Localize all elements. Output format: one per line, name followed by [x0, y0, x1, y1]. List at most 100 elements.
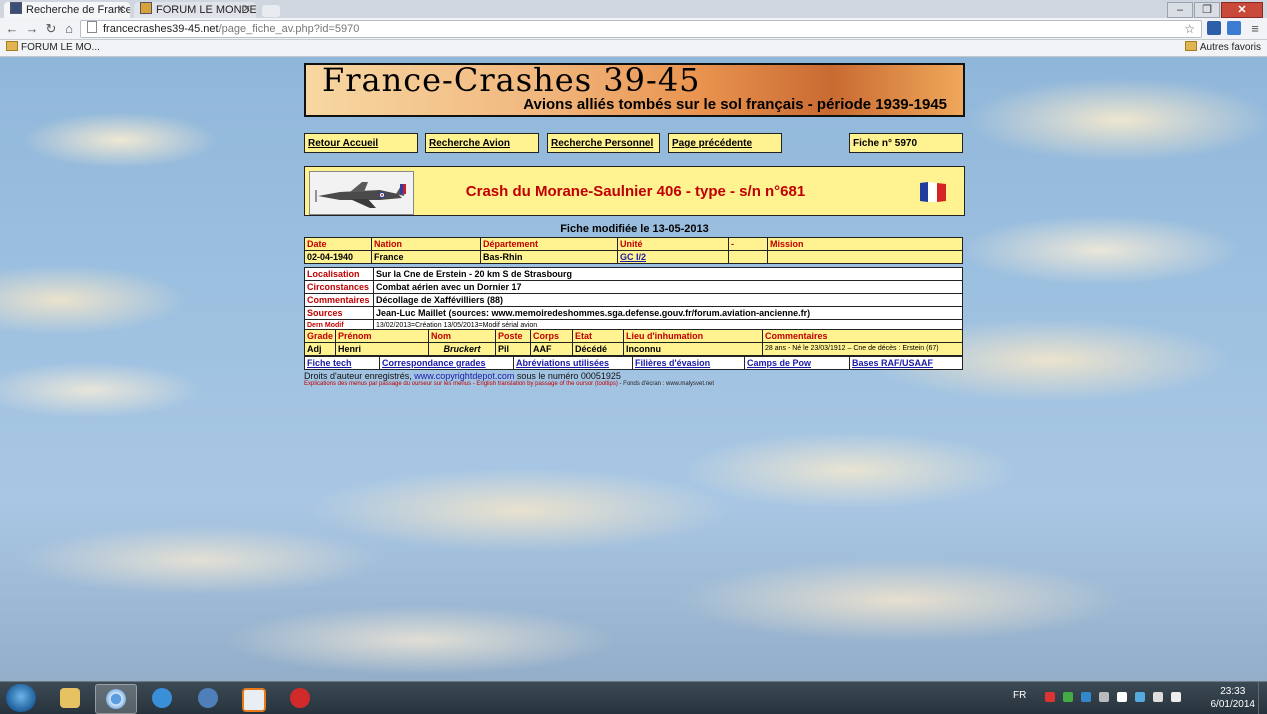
copyright-prefix: Droits d'auteur enregistrés, — [304, 371, 412, 381]
crew-etat: Décédé — [572, 342, 625, 356]
circonstances-value: Combat aérien avec un Dornier 17 — [373, 280, 963, 294]
extension-icon[interactable] — [1207, 21, 1221, 35]
close-window-icon[interactable]: ✕ — [1221, 2, 1263, 18]
reload-icon[interactable]: ↻ — [43, 21, 59, 36]
other-bookmarks-label: Autres favoris — [1199, 42, 1261, 53]
search-person-button[interactable]: Recherche Personnel — [547, 133, 660, 153]
tab-recherche[interactable]: Recherche de France-Crashes ✕ — [4, 2, 130, 18]
app-taskbar-button[interactable] — [280, 684, 320, 712]
link-fiche-tech[interactable]: Fiche tech — [307, 358, 352, 368]
media-player-icon — [242, 688, 266, 712]
previous-page-button[interactable]: Page précédente — [668, 133, 782, 153]
tray-app-icon[interactable] — [1135, 692, 1145, 702]
close-tab-icon[interactable]: ✕ — [117, 2, 125, 18]
window-controls: – ❐ ✕ — [1166, 0, 1263, 18]
forum-favicon-icon — [140, 2, 152, 14]
explanation-text: Explications des menus par passage du ou… — [304, 381, 618, 387]
chrome-taskbar-button[interactable] — [95, 684, 137, 714]
explanation-line: Explications des menus par passage du ou… — [304, 381, 714, 387]
crew-table: Grade Prénom Nom Poste Corps Etat Lieu d… — [303, 329, 963, 356]
link-grades[interactable]: Correspondance grades — [382, 358, 486, 368]
show-desktop-button[interactable] — [1258, 682, 1267, 714]
crew-grade: Adj — [303, 342, 337, 356]
ie-taskbar-button[interactable] — [142, 684, 182, 712]
home-button[interactable]: Retour Accueil — [304, 133, 418, 153]
other-bookmarks[interactable]: Autres favoris — [1184, 40, 1261, 56]
download-icon[interactable] — [1227, 21, 1241, 35]
value-unite[interactable]: GC I/2 — [617, 250, 729, 264]
start-button[interactable] — [6, 684, 36, 712]
link-camps[interactable]: Camps de Pow — [747, 358, 811, 368]
bookmarks-bar: FORUM LE MO... Autres favoris — [0, 40, 1267, 57]
copyright-link[interactable]: www.copyrightdepot.com — [414, 371, 514, 381]
new-tab-button[interactable] — [262, 5, 280, 17]
bookmark-label: FORUM LE MO... — [21, 42, 100, 53]
home-icon[interactable]: ⌂ — [61, 21, 77, 36]
bookmark-forum[interactable]: FORUM LE MO... — [6, 40, 100, 56]
minimize-icon[interactable]: – — [1167, 2, 1193, 18]
url-host: francecrashes39-45.net — [103, 23, 219, 35]
crash-header: Crash du Morane-Saulnier 406 - type - s/… — [304, 166, 965, 216]
commentaires-value: Décollage de Xaffévilliers (88) — [373, 293, 963, 307]
copyright-line: Droits d'auteur enregistrés, www.copyrig… — [304, 371, 621, 381]
value-date: 02-04-1940 — [304, 250, 372, 264]
tab-bar: Recherche de France-Crashes ✕ FORUM LE M… — [0, 0, 1267, 18]
folder-icon — [6, 41, 18, 51]
link-abreviations[interactable]: Abréviations utilisées — [516, 358, 609, 368]
forward-arrow-icon[interactable]: → — [24, 21, 40, 36]
fiche-number: Fiche n° 5970 — [849, 133, 963, 153]
unit-link[interactable]: GC I/2 — [620, 252, 646, 262]
value-mission — [767, 250, 963, 264]
french-flag-icon — [918, 181, 948, 203]
explorer-taskbar-button[interactable] — [50, 684, 90, 712]
restore-icon[interactable]: ❐ — [1194, 2, 1220, 18]
clock-date: 6/01/2014 — [1210, 699, 1256, 710]
flag-icon[interactable] — [1117, 692, 1127, 702]
crew-header-corps: Corps — [530, 329, 574, 343]
network-icon[interactable] — [1153, 692, 1163, 702]
sources-value: Jean-Luc Maillet (sources: www.memoirede… — [373, 306, 963, 320]
clock-time: 23:33 — [1220, 686, 1246, 697]
circonstances-label: Circonstances — [304, 280, 374, 294]
tray-app-icon[interactable] — [1063, 692, 1073, 702]
volume-icon[interactable] — [1171, 692, 1181, 702]
tray-app-icon[interactable] — [1045, 692, 1055, 702]
folder-icon — [60, 688, 80, 708]
value-dash — [728, 250, 768, 264]
back-arrow-icon[interactable]: ← — [4, 21, 20, 36]
close-tab-icon[interactable]: ✕ — [243, 2, 251, 18]
localisation-label: Localisation — [304, 267, 374, 281]
localisation-value: Sur la Cne de Erstein - 20 km S de Stras… — [373, 267, 963, 281]
tray-app-icon[interactable] — [1081, 692, 1091, 702]
commentaires-label: Commentaires — [304, 293, 374, 307]
tray-app-icon[interactable] — [1099, 692, 1109, 702]
crash-title: Crash du Morane-Saulnier 406 - type - s/… — [465, 183, 806, 200]
site-title: France-Crashes 39-45 — [322, 61, 701, 99]
search-plane-button[interactable]: Recherche Avion — [425, 133, 539, 153]
tab-label: Recherche de France-Crashes — [26, 4, 130, 16]
value-departement: Bas-Rhin — [480, 250, 618, 264]
sources-label: Sources — [304, 306, 374, 320]
menu-icon[interactable]: ≡ — [1247, 21, 1263, 36]
site-subtitle: Avions alliés tombés sur le sol français… — [523, 96, 947, 113]
tab-forum[interactable]: FORUM LE MONDE DE L'AVIATION ✕ — [134, 2, 256, 18]
link-abreviations-cell: Abréviations utilisées — [513, 356, 633, 370]
site-banner: France-Crashes 39-45 Avions alliés tombé… — [304, 61, 965, 117]
thunderbird-taskbar-button[interactable] — [188, 684, 228, 712]
link-bases[interactable]: Bases RAF/USAAF — [852, 358, 933, 368]
crew-header-grade: Grade — [303, 329, 337, 343]
link-fiche-tech-cell: Fiche tech — [304, 356, 380, 370]
details-table: Localisation Sur la Cne de Erstein - 20 k… — [304, 267, 963, 333]
clock[interactable]: 23:33 6/01/2014 — [1211, 685, 1256, 711]
bookmark-star-icon[interactable]: ☆ — [1184, 21, 1195, 37]
browser-toolbar: ← → ↻ ⌂ francecrashes39-45.net/page_fich… — [0, 18, 1267, 40]
modified-date: Fiche modifiée le 13-05-2013 — [560, 223, 709, 235]
media-player-taskbar-button[interactable] — [232, 684, 272, 712]
link-bases-cell: Bases RAF/USAAF — [849, 356, 963, 370]
language-indicator[interactable]: FR — [1013, 690, 1026, 701]
link-camps-cell: Camps de Pow — [744, 356, 850, 370]
address-bar[interactable]: francecrashes39-45.net/page_fiche_av.php… — [80, 20, 1202, 38]
crew-header-commentaires: Commentaires — [762, 329, 963, 343]
crew-header-nom: Nom — [428, 329, 497, 343]
link-filieres[interactable]: Filières d'évasion — [635, 358, 710, 368]
